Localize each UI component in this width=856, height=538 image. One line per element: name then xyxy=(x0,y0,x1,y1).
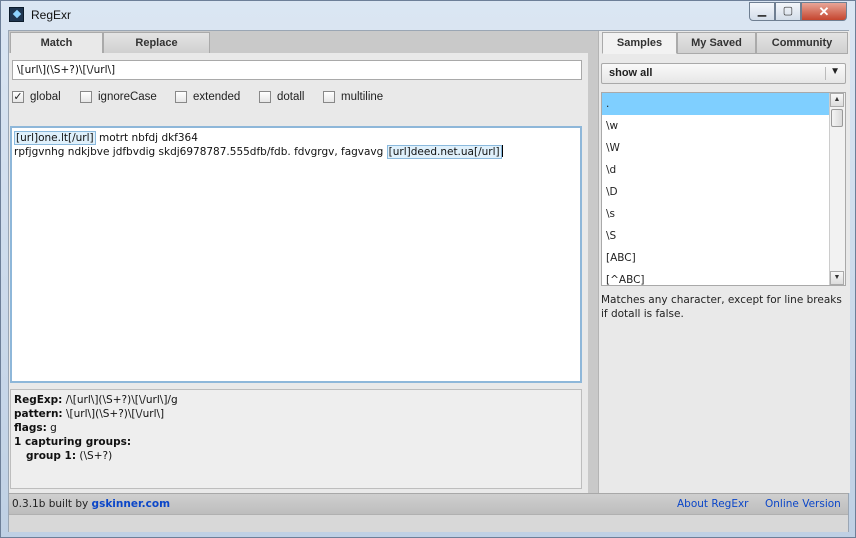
tab-samples[interactable]: Samples xyxy=(602,32,677,54)
list-item[interactable]: \S xyxy=(602,225,831,247)
author-link[interactable]: gskinner.com xyxy=(92,498,170,510)
status-bar: 0.3.1b built by gskinner.com About RegEx… xyxy=(9,493,848,514)
tab-match[interactable]: Match xyxy=(10,32,103,54)
title-bar[interactable]: RegExr ▁ ▢ ✕ xyxy=(1,1,855,29)
scroll-thumb[interactable] xyxy=(831,109,843,127)
match-highlight: [url]one.lt[/url] xyxy=(14,131,96,145)
flag-label: ignoreCase xyxy=(98,91,157,103)
multiline-checkbox[interactable] xyxy=(323,91,335,103)
dropdown-value: show all xyxy=(609,67,653,79)
maximize-button[interactable]: ▢ xyxy=(775,2,801,21)
results-panel: RegExp: /\[url\](\S+?)\[\/url\]/g patter… xyxy=(10,389,582,489)
match-highlight: [url]deed.net.ua[/url] xyxy=(386,145,502,159)
list-item[interactable]: . xyxy=(602,93,831,115)
global-checkbox[interactable]: ✓ xyxy=(12,91,24,103)
flag-label: global xyxy=(30,91,61,103)
match-panel: \[url\](\S+?)\[\/url\] ✓ global ignoreCa… xyxy=(9,53,588,493)
category-dropdown[interactable]: show all ▼ xyxy=(601,63,846,84)
version-text: 0.3.1b built by gskinner.com xyxy=(12,498,171,510)
list-item[interactable]: \w xyxy=(602,115,831,137)
list-item[interactable]: [ABC] xyxy=(602,247,831,269)
dropdown-divider xyxy=(825,67,826,80)
about-link[interactable]: About RegExr xyxy=(677,498,749,510)
sample-description: Matches any character, except for line b… xyxy=(601,294,842,320)
window-title: RegExr xyxy=(31,8,72,22)
extended-checkbox[interactable] xyxy=(175,91,187,103)
minimize-button[interactable]: ▁ xyxy=(749,2,775,21)
chevron-down-icon[interactable]: ▼ xyxy=(830,66,840,77)
app-icon xyxy=(9,7,24,22)
list-item[interactable]: \W xyxy=(602,137,831,159)
bottom-bar xyxy=(9,514,848,532)
ignorecase-checkbox[interactable] xyxy=(80,91,92,103)
result-pattern: pattern: \[url\](\S+?)\[\/url\] xyxy=(14,408,165,420)
list-item[interactable]: \s xyxy=(602,203,831,225)
samples-scrollbar[interactable]: ▲ ▼ xyxy=(829,93,845,285)
tab-my-saved[interactable]: My Saved xyxy=(677,32,756,54)
close-button[interactable]: ✕ xyxy=(801,2,847,21)
dotall-checkbox[interactable] xyxy=(259,91,271,103)
text-line: rpfjgvnhg ndkjbve jdfbvdig skdj6978787.5… xyxy=(14,145,578,159)
result-flags: flags: g xyxy=(14,422,57,434)
flag-label: extended xyxy=(193,91,241,103)
result-groups: 1 capturing groups: xyxy=(14,436,132,448)
scroll-up-icon[interactable]: ▲ xyxy=(830,93,844,107)
result-regexp: RegExp: /\[url\](\S+?)\[\/url\]/g xyxy=(14,394,178,406)
online-version-link[interactable]: Online Version xyxy=(765,498,841,510)
list-item[interactable]: \D xyxy=(602,181,831,203)
text-segment: motrt nbfdj dkf364 xyxy=(95,132,198,144)
scroll-down-icon[interactable]: ▼ xyxy=(830,271,844,285)
text-caret xyxy=(501,145,503,157)
text-segment: rpfjgvnhg ndkjbve jdfbvdig skdj6978787.5… xyxy=(14,146,387,158)
client-area: Match Replace \[url\](\S+?)\[\/url\] ✓ g… xyxy=(8,30,850,532)
source-text-area[interactable]: [url]one.lt[/url] motrt nbfdj dkf364 rpf… xyxy=(10,126,582,383)
library-tabs: Samples My Saved Community xyxy=(602,32,848,54)
list-item[interactable]: \d xyxy=(602,159,831,181)
app-window: RegExr ▁ ▢ ✕ Match Replace \[url\](\S+?)… xyxy=(0,0,856,538)
list-item[interactable]: [^ABC] xyxy=(602,269,831,285)
samples-list: . \w \W \d \D \s \S [ABC] [^ABC] ▲ ▼ xyxy=(601,92,846,286)
tab-community[interactable]: Community xyxy=(756,32,848,54)
result-group-1: group 1: (\S+?) xyxy=(26,450,113,462)
flag-label: multiline xyxy=(341,91,384,103)
samples-panel: Samples My Saved Community show all ▼ . … xyxy=(598,31,850,493)
flag-label: dotall xyxy=(277,91,305,103)
text-line: [url]one.lt[/url] motrt nbfdj dkf364 xyxy=(14,131,578,145)
regex-input[interactable]: \[url\](\S+?)\[\/url\] xyxy=(12,60,582,80)
tab-replace[interactable]: Replace xyxy=(103,32,210,54)
